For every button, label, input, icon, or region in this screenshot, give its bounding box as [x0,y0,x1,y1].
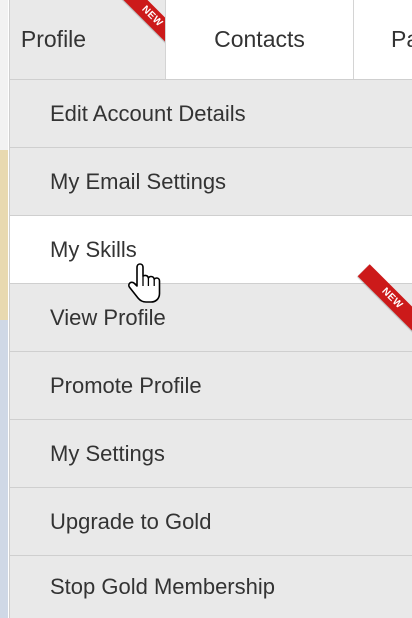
new-badge: NEW [117,0,165,51]
menu-item-promote-profile[interactable]: Promote Profile [10,352,412,420]
menu-item-label: Upgrade to Gold [50,508,212,534]
tab-profile-label: Profile [20,26,87,52]
menu-item-label: My Settings [50,440,165,466]
top-tab-bar: Profile NEW Contacts Pa [10,0,412,80]
menu-item-my-settings[interactable]: My Settings [10,420,412,488]
menu-item-my-email-settings[interactable]: My Email Settings [10,148,412,216]
menu-item-upgrade-to-gold[interactable]: Upgrade to Gold [10,488,412,556]
hand-pointer-icon [128,263,161,303]
menu-item-label: Promote Profile [50,372,202,398]
tab-truncated-label: Pa [391,26,412,52]
page-edge-strip [0,0,8,618]
tab-truncated[interactable]: Pa [353,0,412,79]
profile-dropdown-menu: Profile NEW Contacts Pa Edit Account Det… [9,0,412,618]
menu-item-label: Stop Gold Membership [50,574,275,599]
tab-contacts[interactable]: Contacts [165,0,353,79]
menu-item-view-profile[interactable]: View Profile [10,284,412,352]
menu-item-edit-account-details[interactable]: Edit Account Details [10,80,412,148]
menu-item-label: My Skills [50,236,137,262]
menu-item-label: My Email Settings [50,168,227,194]
menu-item-label: Edit Account Details [50,100,246,126]
menu-item-stop-gold-membership[interactable]: Stop Gold Membership [10,556,412,618]
tab-contacts-label: Contacts [214,26,305,52]
tab-profile[interactable]: Profile NEW [10,0,165,79]
menu-item-my-skills[interactable]: My Skills [10,216,412,284]
